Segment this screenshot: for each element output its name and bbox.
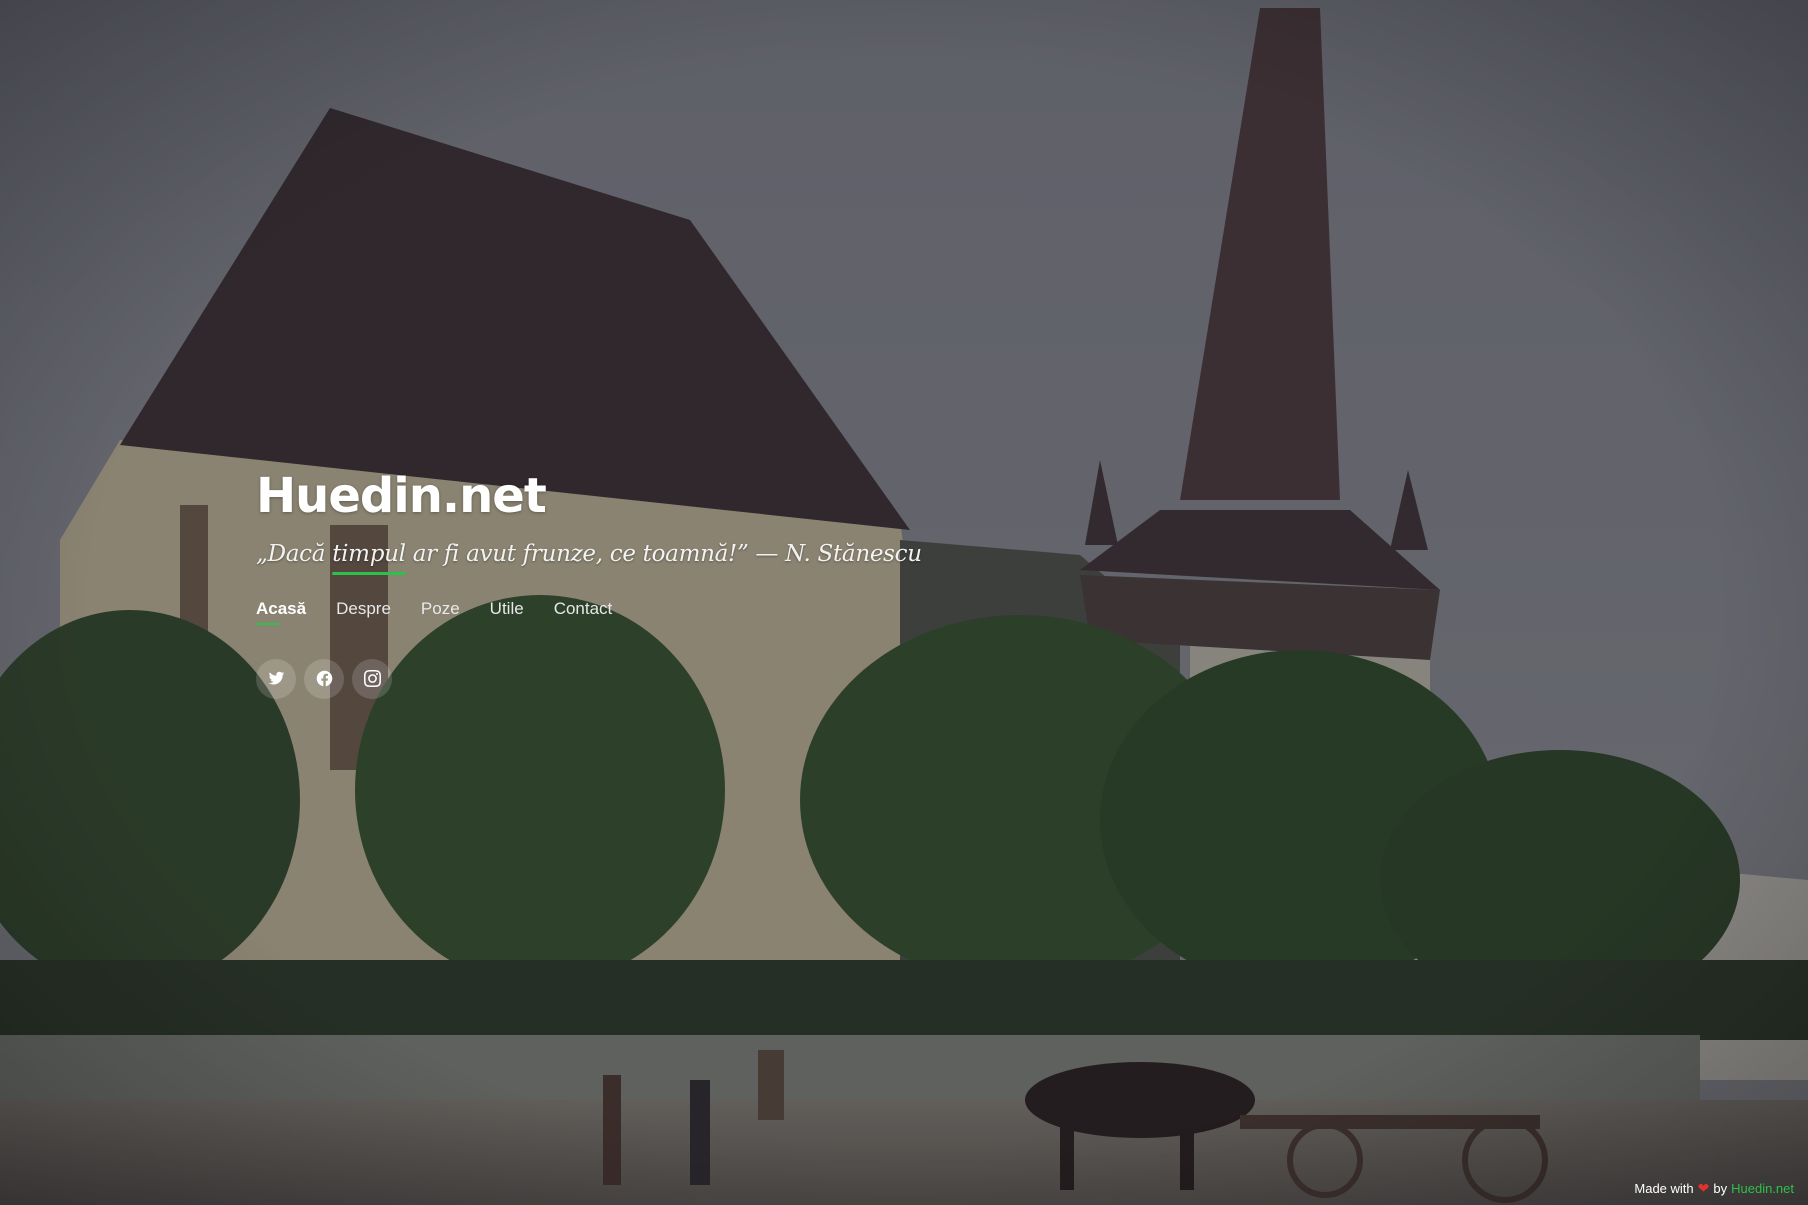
instagram-button[interactable] xyxy=(352,658,392,699)
tagline-suffix: ar fi avut frunze, ce toamnă!” — N. Stăn… xyxy=(405,540,922,567)
site-tagline: „Dacă timpul ar fi avut frunze, ce toamn… xyxy=(256,540,1156,575)
page: Huedin.net „Dacă timpul ar fi avut frunz… xyxy=(0,0,1808,1205)
instagram-icon xyxy=(363,670,381,688)
footer-brand-link[interactable]: Huedin.net xyxy=(1731,1181,1794,1196)
tagline-highlight: timpul xyxy=(332,540,406,575)
nav-item-utile[interactable]: Utile xyxy=(490,599,524,625)
main-nav: Acasă Despre Poze Utile Contact xyxy=(256,599,1156,625)
footer-credit: Made with ❤ by Huedin.net xyxy=(1634,1180,1794,1197)
facebook-icon xyxy=(316,671,332,687)
social-links xyxy=(256,658,1156,699)
nav-item-despre[interactable]: Despre xyxy=(336,599,391,625)
tagline-prefix: „Dacă xyxy=(256,540,333,567)
made-with-label: Made with xyxy=(1634,1181,1694,1196)
twitter-button[interactable] xyxy=(256,658,296,699)
facebook-button[interactable] xyxy=(304,658,344,699)
heart-icon: ❤ xyxy=(1697,1180,1710,1196)
site-title[interactable]: Huedin.net xyxy=(256,470,1156,523)
by-label: by xyxy=(1713,1181,1728,1196)
nav-item-poze[interactable]: Poze xyxy=(421,599,460,625)
nav-item-contact[interactable]: Contact xyxy=(554,599,613,625)
hero: Huedin.net „Dacă timpul ar fi avut frunz… xyxy=(256,470,1156,699)
nav-item-acasa[interactable]: Acasă xyxy=(256,599,306,625)
twitter-icon xyxy=(268,672,284,685)
